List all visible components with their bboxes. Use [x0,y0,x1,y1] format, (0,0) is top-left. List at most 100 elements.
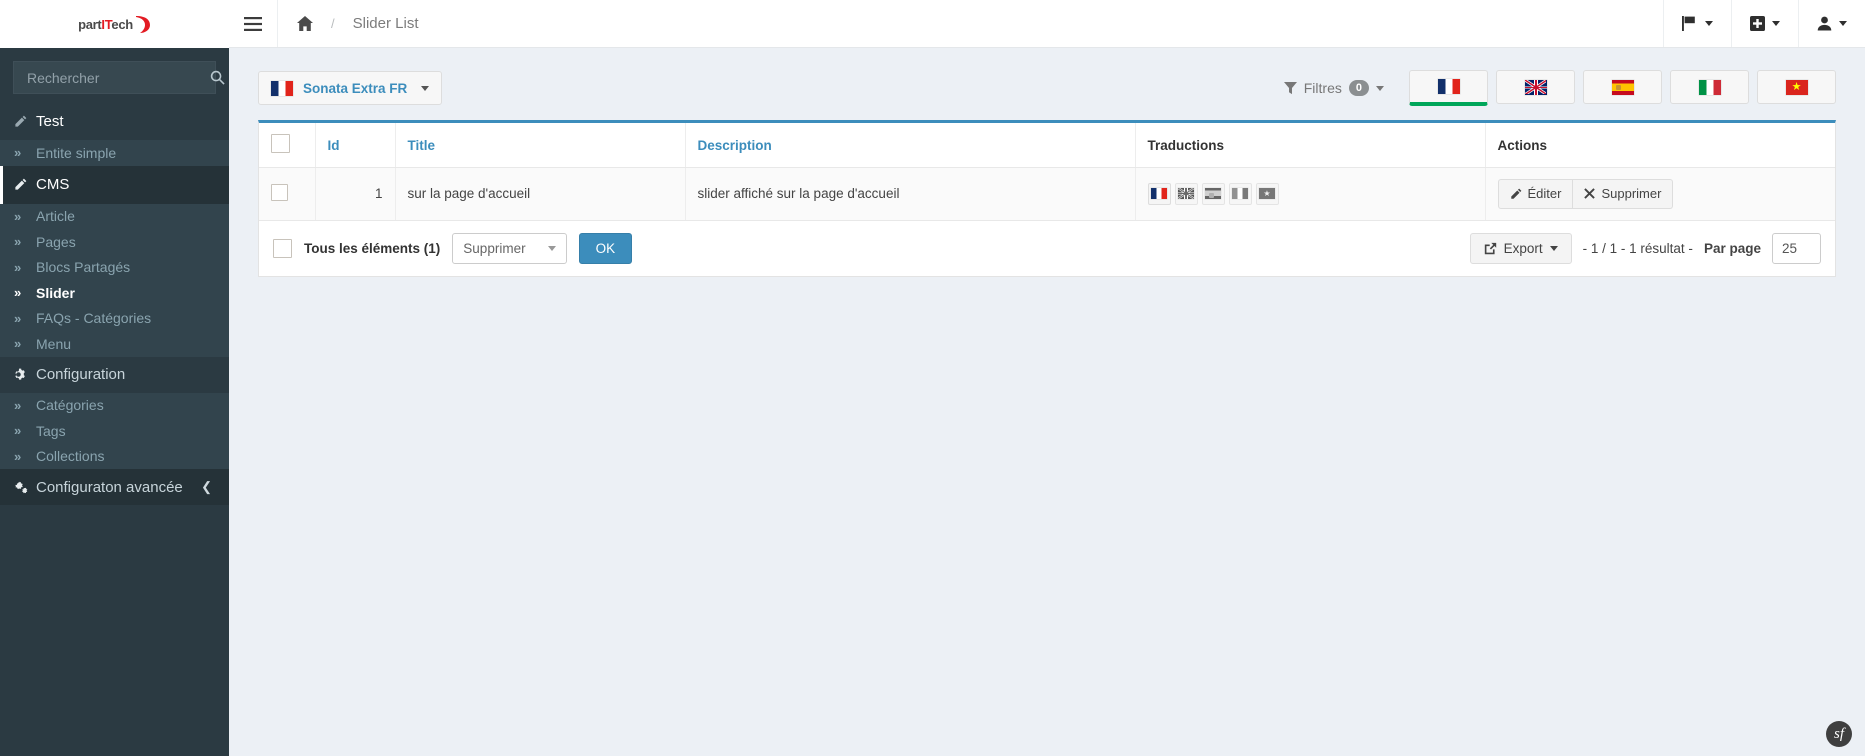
locale-flag-button-gb[interactable] [1496,70,1575,104]
filters-button[interactable]: Filtres 0 [1283,80,1384,96]
angle-double-right-icon: » [14,234,21,250]
sidebar-item-faqs-categories[interactable]: » FAQs - Catégories [0,305,229,331]
sidebar-item-pages[interactable]: » Pages [0,229,229,255]
chevron-down-icon [547,245,556,251]
delete-button[interactable]: Supprimer [1573,179,1674,209]
sidebar-item-tags[interactable]: » Tags [0,418,229,444]
row-title: sur la page d'accueil [394,167,685,221]
gb-flag-icon [1524,79,1547,95]
row-checkbox[interactable] [271,183,288,201]
brand-name-suffix: ech [111,16,133,32]
chevron-down-icon [1549,245,1558,251]
search-icon[interactable] [210,70,225,85]
home-icon[interactable] [297,16,313,31]
it-flag-icon [1232,188,1248,200]
sidebar-item-entite-simple[interactable]: » Entite simple [0,140,229,166]
column-header-id: Id [314,123,395,168]
row-actions: Éditer Supprimer [1484,167,1835,221]
brand-name-accent: IT [101,16,112,32]
list-toolbar: Sonata Extra FR Filtres 0 ★ [229,48,1865,110]
table-header-row: Id Title Description Traductions Actions [259,123,1835,168]
batch-ok-button[interactable]: OK [578,232,633,264]
plus-square-icon [1750,16,1765,31]
filters-label: Filtres [1303,80,1342,96]
brand-name-prefix: part [78,16,102,32]
traduction-flag-fr[interactable] [1147,182,1171,205]
column-header-checkbox [259,123,315,168]
sidebar-item-configuration-avancee[interactable]: Configuraton avancée ❮ [0,469,229,505]
list-footer: Tous les éléments (1) Supprimer OK Expor… [259,220,1835,276]
select-all-footer-checkbox[interactable] [273,238,292,258]
add-menu-button[interactable] [1731,0,1798,47]
symfony-debug-toolbar-icon[interactable]: sf [1826,721,1852,747]
user-menu-button[interactable] [1798,0,1865,47]
flag-icon [1682,16,1698,31]
chevron-down-icon [1376,85,1384,91]
page-title: Slider List [352,15,419,32]
locale-flag-button-vn[interactable]: ★ [1757,70,1836,104]
chevron-left-icon[interactable]: ❮ [201,479,212,495]
delete-button-label: Supprimer [1601,186,1662,201]
sidebar-item-configuration[interactable]: Configuration [0,356,229,393]
per-page-select[interactable]: 25 [1771,232,1821,264]
column-header-description: Description [684,123,1135,168]
gear-icon [14,368,36,381]
filters-count-badge: 0 [1348,80,1369,96]
select-all-checkbox[interactable] [271,134,290,153]
hamburger-icon[interactable] [229,0,278,47]
topbar: / Slider List [229,0,1865,48]
brand-name: partITech [78,17,133,32]
pencil-icon [14,178,36,191]
es-flag-icon [1611,79,1634,95]
search-box[interactable] [13,61,225,94]
column-sort-title[interactable]: Title [408,138,436,153]
traduction-flag-vn[interactable]: ★ [1255,182,1279,205]
locale-flag-button-fr[interactable] [1409,70,1488,106]
sidebar-item-test[interactable]: Test [0,102,229,140]
select-all-label: Tous les éléments (1) [304,240,441,256]
sidebar-item-label: Article [36,208,75,225]
locale-flag-button-es[interactable] [1583,70,1662,104]
brand-swoosh-icon [134,15,151,34]
angle-double-right-icon: » [14,448,21,464]
edit-button[interactable]: Éditer [1497,179,1574,209]
traduction-flag-gb[interactable] [1174,182,1198,205]
sidebar-item-blocs-partages[interactable]: » Blocs Partagés [0,254,229,280]
search-input[interactable] [25,68,210,87]
angle-double-right-icon: » [14,336,21,352]
sidebar-item-collections[interactable]: » Collections [0,443,229,469]
sidebar-nav: Test » Entite simple CMS » Article » Pag… [0,102,229,756]
sidebar-item-cms[interactable]: CMS [0,165,229,204]
flag-menu-button[interactable] [1663,0,1731,47]
sidebar-item-slider[interactable]: » Slider [0,280,229,306]
column-sort-id[interactable]: Id [328,138,340,153]
locale-flag-group: ★ [1409,70,1836,106]
breadcrumb: / Slider List [278,0,418,47]
traduction-flag-it[interactable] [1228,182,1252,205]
filter-icon [1283,81,1297,95]
edit-button-label: Éditer [1527,186,1562,201]
locale-flag-button-it[interactable] [1670,70,1749,104]
traduction-flag-es[interactable] [1201,182,1225,205]
per-page-label-text: Par page [1703,240,1761,256]
angle-double-right-icon: » [14,310,21,326]
sidebar-item-categories[interactable]: » Catégories [0,392,229,418]
table-body: 1 sur la page d'accueil slider affiché s… [259,167,1835,221]
sidebar-item-label: Tags [36,422,66,439]
sidebar-item-article[interactable]: » Article [0,203,229,229]
row-checkbox-cell [259,167,315,221]
table-head: Id Title Description Traductions Actions [259,123,1835,168]
it-flag-icon [1698,79,1721,95]
sidebar-item-label: Blocs Partagés [36,259,131,276]
sidebar-item-label: Pages [36,233,76,250]
sidebar-item-menu[interactable]: » Menu [0,331,229,357]
locale-switcher-dropdown[interactable]: Sonata Extra FR [258,71,443,105]
export-button[interactable]: Export [1469,232,1572,264]
sidebar-item-label: Entite simple [36,144,117,161]
brand-logo[interactable]: partITech [0,0,229,48]
export-button-label: Export [1503,240,1543,256]
column-sort-description[interactable]: Description [698,138,772,153]
batch-action-select[interactable]: Supprimer [452,232,567,264]
sidebar-item-label: Collections [36,448,105,465]
row-description: slider affiché sur la page d'accueil [684,167,1135,221]
